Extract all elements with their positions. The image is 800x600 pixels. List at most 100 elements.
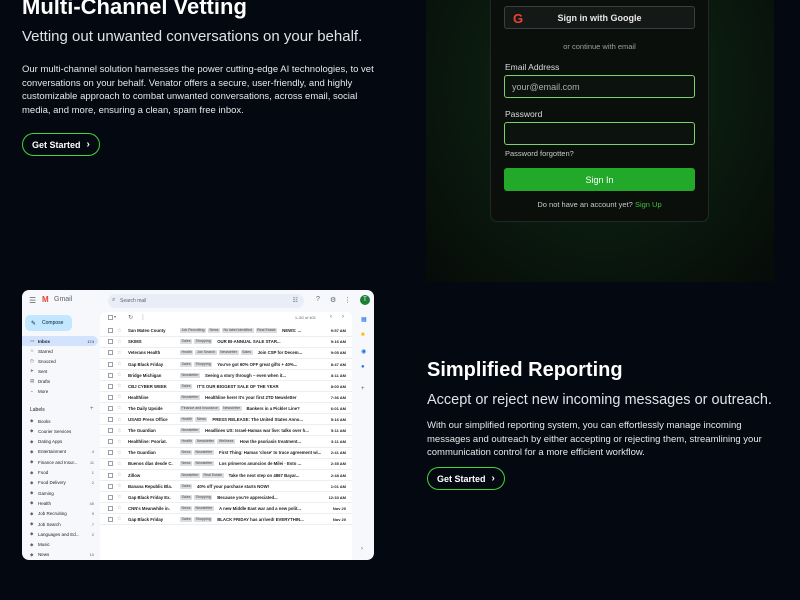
row-date: 8:47 AM <box>330 361 346 367</box>
label-item-name: Job Search <box>38 521 61 527</box>
send-icon: ➤ <box>30 368 34 373</box>
pagination-text: 1–50 of 401 <box>294 315 316 320</box>
label-item-count: 10 <box>89 552 94 558</box>
row-date: 9:05 AM <box>330 350 346 356</box>
row-label-tag: Newsletter <box>180 428 200 434</box>
sidebar-item-label: More <box>38 388 49 394</box>
row-label-tag: Job Recruiting <box>180 328 206 334</box>
row-label-tag: Health <box>180 439 194 445</box>
contacts-icon: ● <box>361 364 365 370</box>
label-tag-icon: ◆ <box>30 418 34 423</box>
row-checkbox <box>108 461 113 467</box>
star-icon: ☆ <box>117 383 122 390</box>
label-item-name: Courier Services <box>38 428 72 434</box>
row-label-tag: News <box>195 417 208 423</box>
row-content: News Newsletter A new Middle East war and … <box>180 505 324 511</box>
google-signin-label: Sign in with Google <box>557 12 642 23</box>
label-tag-icon: ◆ <box>30 479 34 485</box>
hero-title: Multi-Channel Vetting <box>22 0 247 19</box>
row-content: Sales Shopping OUR BI-ANNUAL SALE STAR... <box>180 339 324 345</box>
row-content: Job Recruiting News No label identified Rea… <box>180 328 324 334</box>
sidebar-item: ◷ Snoozed <box>22 356 98 366</box>
table-row: ☆ Healthline Newsletter Healthline here! It… <box>100 393 352 404</box>
row-date: Nov 20 <box>332 505 346 511</box>
row-date: 3:11 AM <box>331 439 346 445</box>
chevron-down-icon: ▾ <box>114 314 117 319</box>
row-checkbox <box>108 505 113 511</box>
row-label-tag: Newsletter <box>218 350 239 356</box>
row-sender: Gap Black Friday Ex. <box>128 494 171 500</box>
label-item-name: Dating Apps <box>38 439 63 445</box>
sidebar-item: ➤ Sent <box>22 366 98 376</box>
help-icon: ? <box>316 296 320 303</box>
signin-button[interactable]: Sign In <box>504 168 695 191</box>
hero-cta-label: Get Started <box>32 139 81 150</box>
chevron-down-icon: ⌄ <box>30 388 34 393</box>
row-checkbox <box>108 494 113 500</box>
label-item-count: 7 <box>91 521 94 527</box>
row-label-tag: Shopping <box>194 494 213 500</box>
avatar: T <box>360 295 370 305</box>
label-tag-icon: ◆ <box>30 469 34 475</box>
row-label-tag: Newsletter <box>221 405 242 411</box>
row-checkbox <box>108 394 113 400</box>
password-forgotten-link[interactable]: Password forgotten? <box>505 149 574 158</box>
table-row: ☆ Banana Republic Bla. Sales 40% off your p… <box>100 481 352 492</box>
side-panel-rail: ▦ ■ ◉ ● + › <box>356 312 374 560</box>
label-item: ◆ Job Search 7 <box>22 519 98 529</box>
row-checkbox <box>108 439 113 445</box>
clock-icon: ◷ <box>30 358 34 363</box>
row-label-tag: Job Search <box>195 350 217 356</box>
row-content: News Newsletter Los primeros anuncios de M… <box>180 461 324 467</box>
row-sender: Healthline <box>128 394 149 400</box>
table-row: ☆ The Guardian Newsletter Headlines US: Isr… <box>100 426 352 437</box>
hero-get-started-button[interactable]: Get Started › <box>22 133 100 156</box>
row-content: Health News PRESS RELEASE: The United Stat… <box>180 417 324 423</box>
signup-link[interactable]: Sign Up <box>635 200 662 209</box>
table-row: ☆ CNN's Meanwhile in. News Newsletter A new … <box>100 504 352 515</box>
gmail-screenshot: ☰ M Gmail ⌕ Search mail ☷ ? ⚙ ⋮ T ✎ Comp… <box>22 290 374 560</box>
gmail-message-list: ▾ ↻ ⋮ 1–50 of 401 ‹ › ☆ San Mateo County J… <box>100 312 352 560</box>
row-sender: USAID Press Office <box>128 417 168 423</box>
row-subject: Bankers in a Pickle! Line? <box>246 405 300 411</box>
chevron-left-icon: ‹ <box>330 314 332 320</box>
row-subject: PRESS RELEASE: The United States Anno... <box>212 417 303 423</box>
row-label-tag: News <box>180 505 192 511</box>
label-tag-icon: ◆ <box>30 531 34 537</box>
row-checkbox <box>108 516 113 522</box>
row-checkbox <box>108 361 113 367</box>
label-item: ◆ Job Recruiting 9 <box>22 509 98 519</box>
row-label-tag: Real Estate <box>255 328 278 334</box>
row-content: Newsletter Healthline here! It's your fir… <box>180 394 324 400</box>
row-subject: First Thing: Hamas 'close' to truce agre… <box>218 450 322 456</box>
refresh-icon: ↻ <box>128 315 134 321</box>
row-sender: The Guardian <box>128 428 156 434</box>
row-label-tag: Sales <box>180 516 192 522</box>
row-date: Nov 20 <box>332 516 346 522</box>
row-checkbox <box>108 383 113 389</box>
star-icon: ☆ <box>117 505 122 512</box>
chevron-right-icon: › <box>361 546 363 552</box>
sidebar-item: ▤ Drafts <box>22 376 98 386</box>
label-item: ◆ Dating Apps <box>22 437 98 447</box>
row-content: Sales Shopping Because you're appreciated.… <box>180 494 324 500</box>
label-item-count: 1 <box>91 470 94 475</box>
row-label-tag: Health <box>180 417 194 423</box>
password-field[interactable] <box>504 122 695 145</box>
star-icon: ☆ <box>117 349 122 356</box>
row-sender: CNN's Meanwhile in. <box>128 505 170 511</box>
row-sender: Gap Black Friday <box>128 361 164 367</box>
password-label: Password <box>505 109 543 119</box>
email-field[interactable] <box>504 75 695 98</box>
table-row: ☆ SKIMS Sales Shopping OUR BI-ANNUAL SALE ST… <box>100 337 352 348</box>
label-item: ◆ Entertainment 4 <box>22 447 98 457</box>
row-sender: San Mateo County <box>128 328 166 334</box>
reporting-get-started-button[interactable]: Get Started › <box>427 467 505 490</box>
row-label-tag: News <box>180 450 192 456</box>
google-signin-button[interactable]: G Sign in with Google <box>504 6 695 29</box>
star-icon: ☆ <box>117 327 122 334</box>
row-label-tag: Newsletter <box>194 461 214 467</box>
row-date: 1:01 AM <box>330 483 346 489</box>
row-content: News Newsletter First Thing: Hamas 'close'… <box>180 450 324 456</box>
row-sender: CBJ CYBER WEEK <box>128 383 167 389</box>
